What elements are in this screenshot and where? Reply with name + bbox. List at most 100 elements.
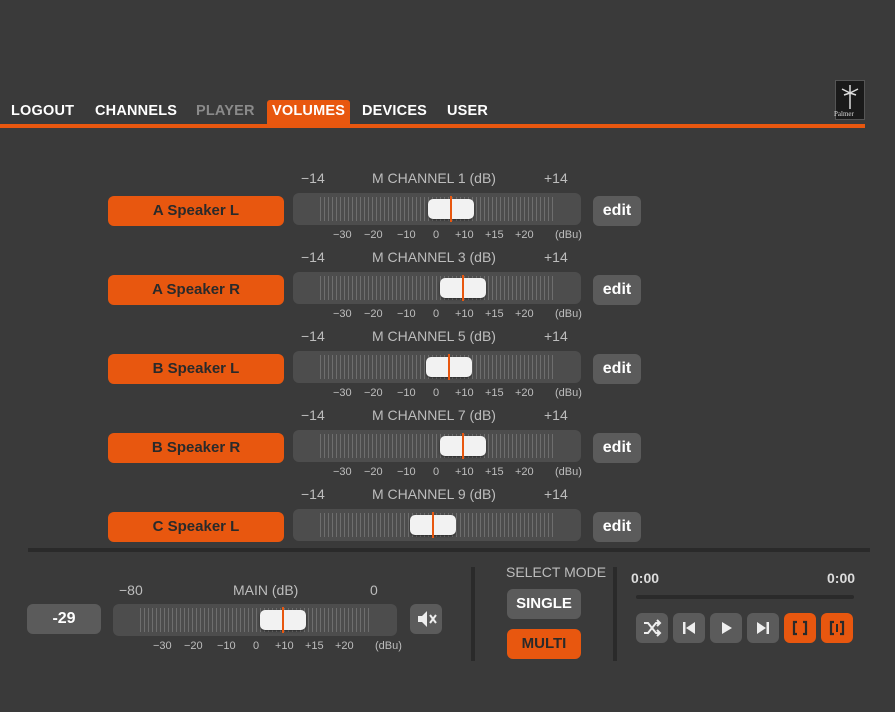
- time-total: 0:00: [827, 570, 856, 586]
- main-scale-label: +10: [275, 640, 294, 652]
- scale-label: (dBu): [555, 229, 582, 241]
- speaker-button[interactable]: A Speaker L: [108, 196, 284, 226]
- main-max-label: 0: [370, 582, 378, 598]
- repeat-icon: [792, 620, 808, 636]
- channel-fader[interactable]: [293, 430, 581, 462]
- speaker-button[interactable]: B Speaker L: [108, 354, 284, 384]
- scale-label: +20: [515, 308, 534, 320]
- main-scale-label: −10: [217, 640, 236, 652]
- scale-label: −30: [333, 308, 352, 320]
- speaker-button[interactable]: B Speaker R: [108, 433, 284, 463]
- channel-min-label: −14: [301, 249, 325, 265]
- scale-label: −30: [333, 466, 352, 478]
- speaker-button[interactable]: A Speaker R: [108, 275, 284, 305]
- main-title: MAIN (dB): [233, 582, 299, 598]
- channel-max-label: +14: [544, 407, 568, 423]
- nav-underline: [0, 124, 865, 128]
- edit-button[interactable]: edit: [593, 512, 641, 542]
- channel-max-label: +14: [544, 486, 568, 502]
- mute-button[interactable]: [410, 604, 442, 634]
- repeat-one-button[interactable]: [821, 613, 853, 643]
- main-scale-label: (dBu): [375, 640, 402, 652]
- scale-label: +20: [515, 466, 534, 478]
- channel-row: −14 M CHANNEL 1 (dB) +14 A Speaker L edi…: [0, 166, 895, 246]
- main-scale-label: −30: [153, 640, 172, 652]
- channel-row: −14 M CHANNEL 7 (dB) +14 B Speaker R edi…: [0, 403, 895, 483]
- next-icon: [757, 622, 769, 634]
- shuffle-icon: [644, 619, 662, 637]
- scale-label: 0: [433, 308, 440, 320]
- next-button[interactable]: [747, 613, 779, 643]
- fader-knob[interactable]: [428, 196, 475, 222]
- scale-label: +10: [455, 229, 474, 241]
- channel-fader[interactable]: [293, 193, 581, 225]
- time-current: 0:00: [631, 570, 660, 586]
- scale-label: +15: [485, 387, 504, 399]
- main-volume-value: -29: [27, 604, 101, 634]
- main-fader-knob[interactable]: [260, 607, 307, 633]
- scale-label: +20: [515, 387, 534, 399]
- scale-label: (dBu): [555, 466, 582, 478]
- channel-max-label: +14: [544, 328, 568, 344]
- nav-volumes[interactable]: VOLUMES: [267, 100, 351, 125]
- channel-max-label: +14: [544, 170, 568, 186]
- edit-button[interactable]: edit: [593, 354, 641, 384]
- scale-label: −20: [364, 308, 383, 320]
- channel-row: −14 M CHANNEL 5 (dB) +14 B Speaker L edi…: [0, 324, 895, 404]
- channel-title: M CHANNEL 7 (dB): [372, 407, 496, 423]
- scale-label: 0: [433, 229, 440, 241]
- channel-min-label: −14: [301, 486, 325, 502]
- play-icon: [722, 622, 732, 634]
- previous-button[interactable]: [673, 613, 705, 643]
- main-scale-label: −20: [184, 640, 203, 652]
- scale-label: 0: [433, 466, 440, 478]
- scale-label: +10: [455, 387, 474, 399]
- scale-label: +15: [485, 308, 504, 320]
- scale-label: +15: [485, 466, 504, 478]
- channel-min-label: −14: [301, 407, 325, 423]
- main-scale-label: 0: [253, 640, 260, 652]
- main-min-label: −80: [119, 582, 143, 598]
- speaker-button[interactable]: C Speaker L: [108, 512, 284, 542]
- scale-label: −20: [364, 229, 383, 241]
- play-button[interactable]: [710, 613, 742, 643]
- channel-fader[interactable]: [293, 509, 581, 541]
- repeat-one-icon: [829, 620, 845, 636]
- progress-bar[interactable]: [636, 595, 854, 599]
- main-fader[interactable]: [113, 604, 397, 636]
- fader-knob[interactable]: [410, 512, 457, 538]
- fader-knob[interactable]: [426, 354, 472, 380]
- multi-mode-button[interactable]: MULTI: [507, 629, 581, 659]
- scale-label: −30: [333, 387, 352, 399]
- scale-label: −10: [397, 466, 416, 478]
- scale-label: +10: [455, 308, 474, 320]
- nav-devices[interactable]: DEVICES: [362, 103, 427, 119]
- scale-label: +15: [485, 229, 504, 241]
- fader-knob[interactable]: [440, 433, 487, 459]
- section-divider: [28, 548, 870, 552]
- channel-title: M CHANNEL 3 (dB): [372, 249, 496, 265]
- channel-fader[interactable]: [293, 351, 581, 383]
- scale-label: (dBu): [555, 308, 582, 320]
- scale-label: −10: [397, 387, 416, 399]
- nav-logout[interactable]: LOGOUT: [11, 103, 74, 119]
- scale-label: −10: [397, 308, 416, 320]
- edit-button[interactable]: edit: [593, 196, 641, 226]
- logo-text: Palmer: [834, 110, 854, 118]
- fader-ticks: [320, 434, 554, 458]
- select-mode-title: SELECT MODE: [506, 564, 607, 580]
- edit-button[interactable]: edit: [593, 275, 641, 305]
- nav-player[interactable]: PLAYER: [196, 103, 255, 119]
- scale-label: +20: [515, 229, 534, 241]
- nav-user[interactable]: USER: [447, 103, 488, 119]
- channel-fader[interactable]: [293, 272, 581, 304]
- channel-min-label: −14: [301, 170, 325, 186]
- scale-label: −20: [364, 387, 383, 399]
- edit-button[interactable]: edit: [593, 433, 641, 463]
- fader-knob[interactable]: [440, 275, 487, 301]
- single-mode-button[interactable]: SINGLE: [507, 589, 581, 619]
- channel-max-label: +14: [544, 249, 568, 265]
- shuffle-button[interactable]: [636, 613, 668, 643]
- nav-channels[interactable]: CHANNELS: [95, 103, 177, 119]
- repeat-button[interactable]: [784, 613, 816, 643]
